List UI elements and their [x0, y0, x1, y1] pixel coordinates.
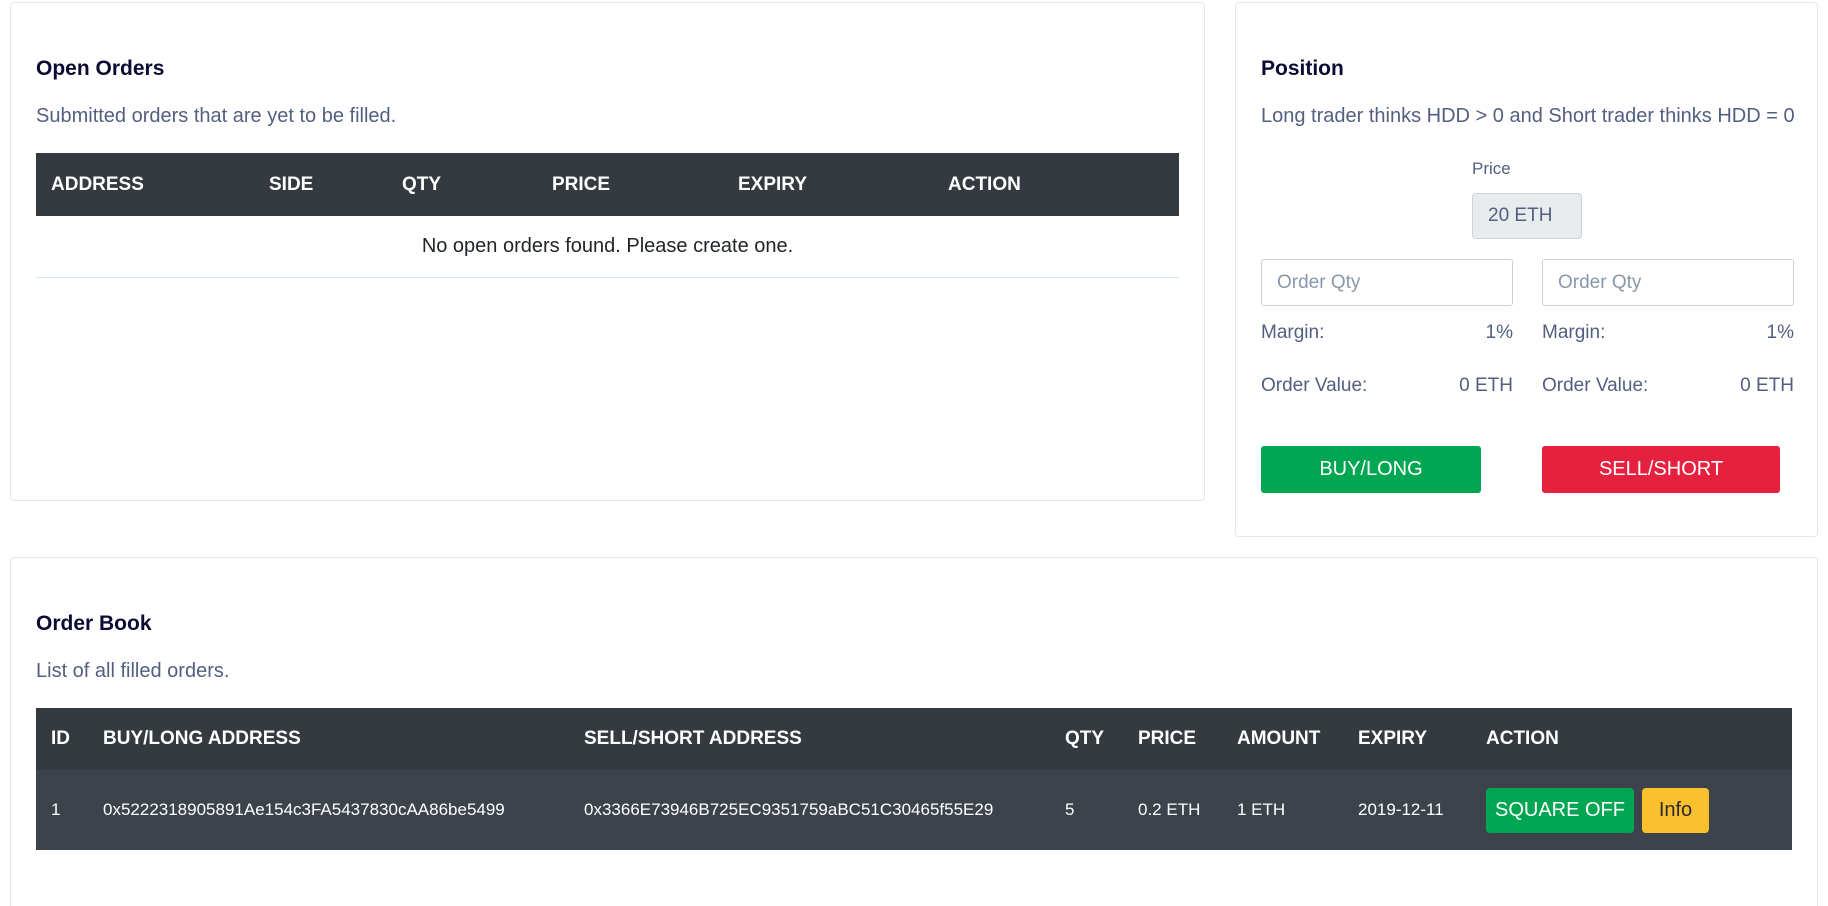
- row-id: 1: [36, 770, 88, 850]
- long-order-value-label: Order Value:: [1261, 375, 1368, 396]
- order-book-card: Order Book List of all filled orders. ID…: [10, 557, 1818, 906]
- price-field: 20 ETH: [1472, 193, 1582, 239]
- long-qty-input[interactable]: [1261, 259, 1513, 306]
- col-action[interactable]: ACTION: [1471, 708, 1792, 770]
- col-sell-address[interactable]: SELL/SHORT ADDRESS: [569, 708, 1050, 770]
- short-margin-label: Margin:: [1542, 322, 1606, 343]
- open-orders-card: Open Orders Submitted orders that are ye…: [10, 2, 1205, 501]
- short-column: Margin: 1% Order Value: 0 ETH: [1542, 259, 1794, 397]
- empty-row: No open orders found. Please create one.: [36, 216, 1179, 278]
- col-price[interactable]: PRICE: [1123, 708, 1222, 770]
- long-order-value-row: Order Value: 0 ETH: [1261, 375, 1513, 397]
- short-qty-input[interactable]: [1542, 259, 1794, 306]
- col-qty[interactable]: QTY: [387, 153, 537, 216]
- row-qty: 5: [1050, 770, 1123, 850]
- table-row: 1 0x5222318905891Ae154c3FA5437830cAA86be…: [36, 770, 1792, 850]
- order-book-title: Order Book: [36, 612, 152, 635]
- row-expiry: 2019-12-11: [1343, 770, 1471, 850]
- short-margin-row: Margin: 1%: [1542, 322, 1794, 344]
- square-off-button[interactable]: SQUARE OFF: [1486, 787, 1634, 833]
- price-label: Price: [1472, 159, 1511, 178]
- long-order-value: 0 ETH: [1459, 375, 1513, 396]
- open-orders-table: ADDRESS SIDE QTY PRICE EXPIRY ACTION No …: [36, 153, 1179, 278]
- short-order-value: 0 ETH: [1740, 375, 1794, 396]
- short-order-value-label: Order Value:: [1542, 375, 1649, 396]
- row-action-cell: SQUARE OFF Info: [1471, 770, 1792, 850]
- col-id[interactable]: ID: [36, 708, 88, 770]
- row-sell-address: 0x3366E73946B725EC9351759aBC51C30465f55E…: [569, 770, 1050, 850]
- short-order-value-row: Order Value: 0 ETH: [1542, 375, 1794, 397]
- col-qty[interactable]: QTY: [1050, 708, 1123, 770]
- empty-message: No open orders found. Please create one.: [36, 216, 1179, 278]
- col-buy-address[interactable]: BUY/LONG ADDRESS: [88, 708, 569, 770]
- row-buy-address: 0x5222318905891Ae154c3FA5437830cAA86be54…: [88, 770, 569, 850]
- buy-long-button[interactable]: BUY/LONG: [1261, 446, 1481, 493]
- long-column: Margin: 1% Order Value: 0 ETH: [1261, 259, 1513, 397]
- row-price: 0.2 ETH: [1123, 770, 1222, 850]
- position-card: Position Long trader thinks HDD > 0 and …: [1235, 2, 1818, 537]
- col-price[interactable]: PRICE: [537, 153, 723, 216]
- sell-short-button[interactable]: SELL/SHORT: [1542, 446, 1780, 493]
- order-book-subtitle: List of all filled orders.: [36, 660, 230, 682]
- row-amount: 1 ETH: [1222, 770, 1343, 850]
- long-margin-row: Margin: 1%: [1261, 322, 1513, 344]
- col-expiry[interactable]: EXPIRY: [1343, 708, 1471, 770]
- order-book-header-row: ID BUY/LONG ADDRESS SELL/SHORT ADDRESS Q…: [36, 708, 1792, 770]
- short-margin-value: 1%: [1766, 322, 1794, 343]
- position-title: Position: [1261, 57, 1344, 80]
- col-address[interactable]: ADDRESS: [36, 153, 254, 216]
- long-margin-value: 1%: [1485, 322, 1513, 343]
- long-margin-label: Margin:: [1261, 322, 1325, 343]
- order-book-table: ID BUY/LONG ADDRESS SELL/SHORT ADDRESS Q…: [36, 708, 1792, 850]
- open-orders-header-row: ADDRESS SIDE QTY PRICE EXPIRY ACTION: [36, 153, 1179, 216]
- col-expiry[interactable]: EXPIRY: [723, 153, 933, 216]
- col-action[interactable]: ACTION: [933, 153, 1179, 216]
- position-subtitle: Long trader thinks HDD > 0 and Short tra…: [1261, 105, 1795, 127]
- info-button[interactable]: Info: [1642, 787, 1709, 833]
- col-amount[interactable]: AMOUNT: [1222, 708, 1343, 770]
- open-orders-subtitle: Submitted orders that are yet to be fill…: [36, 105, 397, 127]
- open-orders-title: Open Orders: [36, 57, 165, 80]
- col-side[interactable]: SIDE: [254, 153, 387, 216]
